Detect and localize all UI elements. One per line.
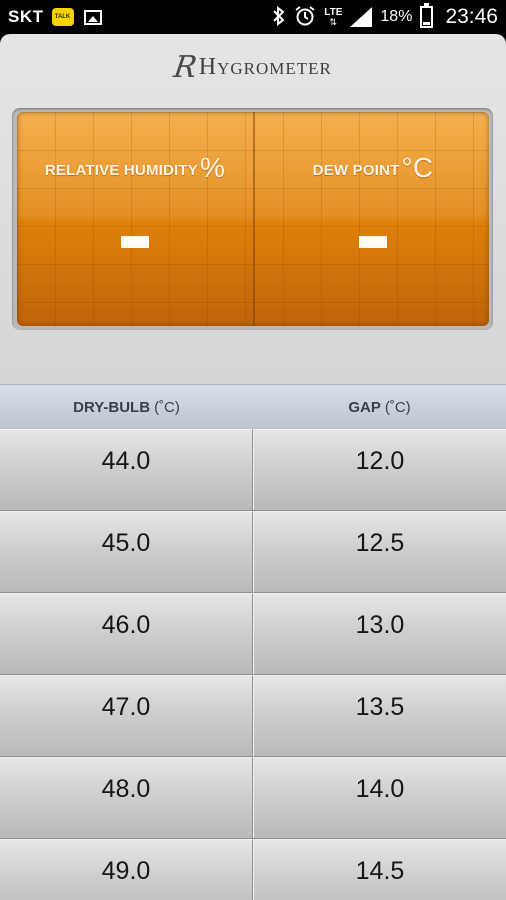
dew-point-value: — <box>359 236 387 248</box>
kakaotalk-icon: TALK <box>51 8 74 26</box>
screen: SKT TALK LTE ⇅ 18% 23:46 R Hygrometer RE… <box>0 0 506 900</box>
bluetooth-icon <box>272 5 286 29</box>
logo-icon: R <box>171 49 200 85</box>
column-header-dry-bulb: DRY-BULB (˚C) <box>0 385 253 429</box>
battery-percent: 18% <box>380 8 413 25</box>
table-row[interactable]: 44.0 12.0 <box>0 429 506 511</box>
table-row[interactable]: 46.0 13.0 <box>0 593 506 675</box>
gap-cell[interactable]: 13.0 <box>253 593 506 675</box>
table-row[interactable]: 45.0 12.5 <box>0 511 506 593</box>
kakaotalk-label: TALK <box>54 14 71 20</box>
humidity-label-row: RELATIVE HUMIDITY% <box>17 152 253 184</box>
dry-bulb-cell[interactable]: 47.0 <box>0 675 253 757</box>
network-type: LTE <box>324 6 343 18</box>
table-row[interactable]: 49.0 14.5 <box>0 839 506 900</box>
readout-panel: RELATIVE HUMIDITY% — DEW POINT°C — <box>17 112 489 326</box>
gap-cell[interactable]: 12.5 <box>253 511 506 593</box>
status-bar: SKT TALK LTE ⇅ 18% 23:46 <box>0 0 506 34</box>
battery-icon <box>420 3 434 28</box>
humidity-unit: % <box>200 152 226 183</box>
dry-bulb-cell[interactable]: 44.0 <box>0 429 253 511</box>
dew-point-unit: °C <box>401 152 434 183</box>
table-row[interactable]: 47.0 13.5 <box>0 675 506 757</box>
column-header-gap: GAP (˚C) <box>253 385 506 429</box>
gap-cell[interactable]: 14.0 <box>253 757 506 839</box>
gap-cell[interactable]: 12.0 <box>253 429 506 511</box>
signal-icon <box>350 7 373 27</box>
dew-point-label-row: DEW POINT°C <box>255 152 489 184</box>
gap-cell[interactable]: 14.5 <box>253 839 506 900</box>
dry-bulb-cell[interactable]: 49.0 <box>0 839 253 900</box>
table-body[interactable]: 44.0 12.0 45.0 12.5 46.0 13.0 47.0 13.5 … <box>0 429 506 900</box>
lte-icon: LTE ⇅ <box>324 6 343 27</box>
dew-point-readout: DEW POINT°C — <box>255 112 489 326</box>
humidity-readout: RELATIVE HUMIDITY% — <box>17 112 253 326</box>
gap-label: GAP <box>348 398 381 416</box>
status-icons: LTE ⇅ 18% 23:46 <box>272 3 498 30</box>
clock: 23:46 <box>445 5 498 28</box>
app-title: Hygrometer <box>198 53 332 80</box>
gallery-icon <box>83 9 102 25</box>
dew-point-label: DEW POINT <box>312 162 400 179</box>
dry-bulb-cell[interactable]: 48.0 <box>0 757 253 839</box>
network-arrows: ⇅ <box>329 16 338 27</box>
table-row[interactable]: 48.0 14.0 <box>0 757 506 839</box>
app-window: R Hygrometer RELATIVE HUMIDITY% — DEW PO… <box>0 34 506 900</box>
dry-bulb-cell[interactable]: 45.0 <box>0 511 253 593</box>
humidity-label: RELATIVE HUMIDITY <box>44 162 198 179</box>
app-header: R Hygrometer <box>0 34 506 100</box>
dry-bulb-cell[interactable]: 46.0 <box>0 593 253 675</box>
alarm-icon <box>294 5 316 30</box>
battery-fill <box>423 21 431 25</box>
humidity-value: — <box>121 236 149 248</box>
table-header: DRY-BULB (˚C) GAP (˚C) <box>0 384 506 430</box>
dry-bulb-unit: (˚C) <box>154 398 180 416</box>
carrier-label: SKT <box>8 7 44 26</box>
gap-cell[interactable]: 13.5 <box>253 675 506 757</box>
gap-unit: (˚C) <box>384 398 411 416</box>
dry-bulb-label: DRY-BULB <box>73 398 151 416</box>
